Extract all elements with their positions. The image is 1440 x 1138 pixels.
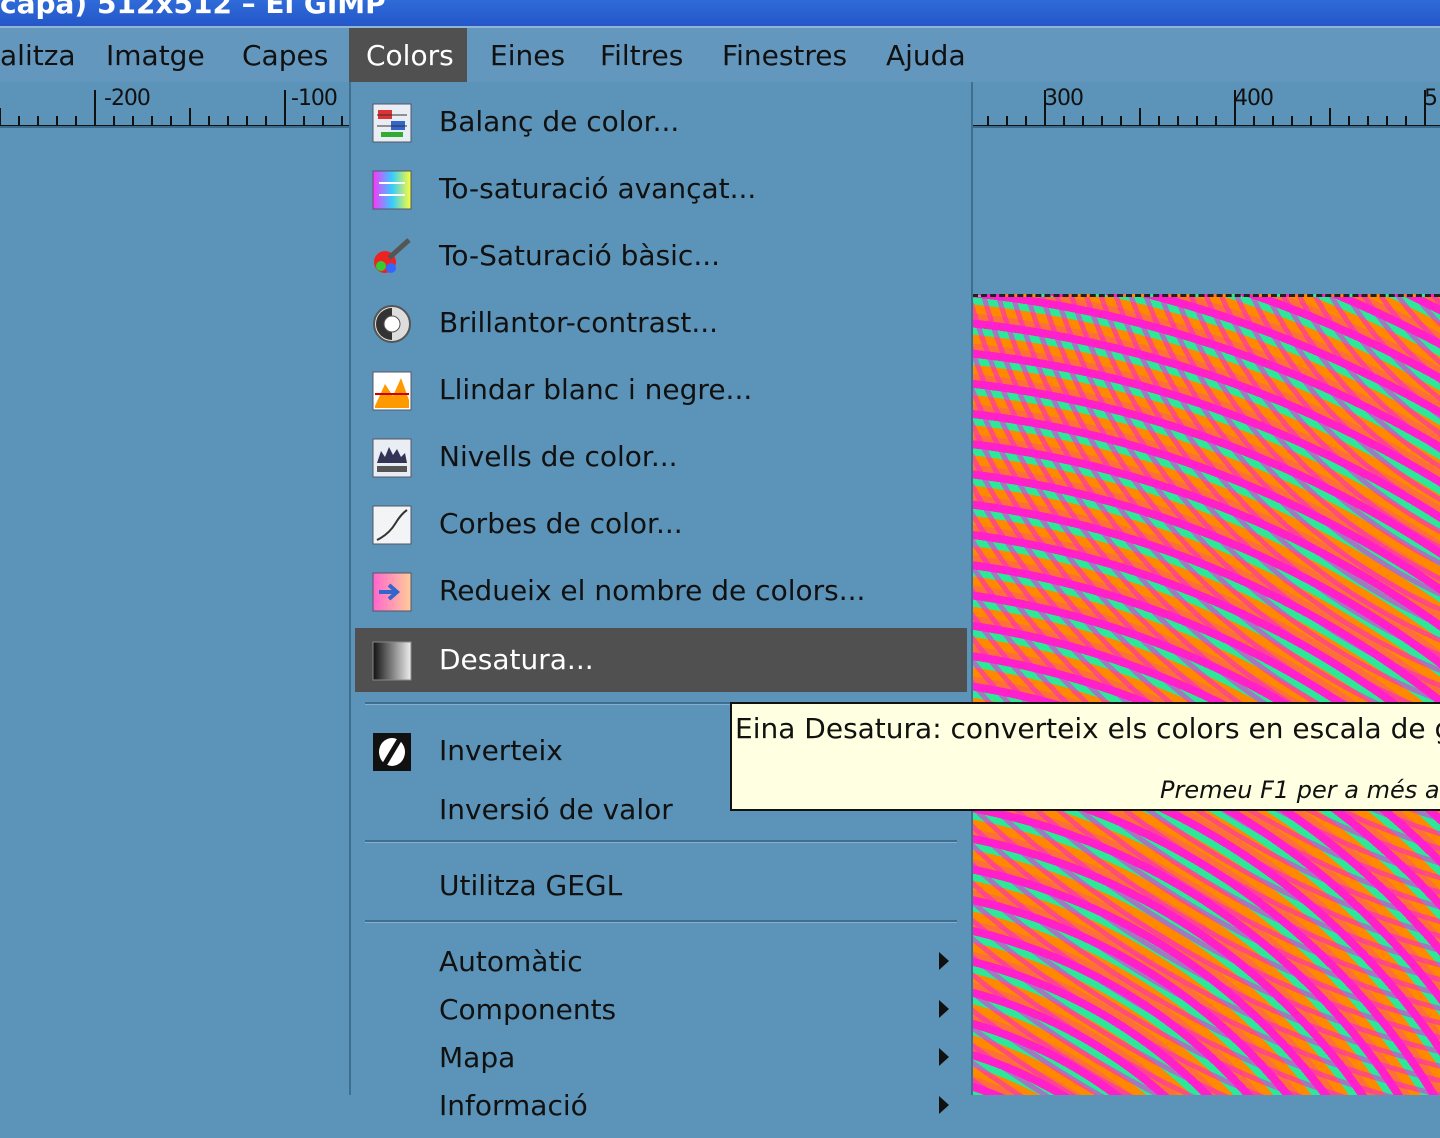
window-title: capa) 512x512 – El GIMP — [0, 0, 386, 20]
desaturate-icon — [372, 641, 412, 681]
menu-item-label: Utilitza GEGL — [439, 869, 623, 902]
tooltip-text: Eina Desatura: converteix els colors en … — [735, 712, 1440, 745]
menu-separator — [365, 840, 957, 843]
submenu-arrow-icon — [939, 1000, 949, 1018]
menu-item-label: Llindar blanc i negre... — [439, 373, 753, 406]
menu-item-label: Inverteix — [439, 734, 563, 767]
menu-imatge[interactable]: Imatge — [106, 28, 205, 82]
menu-item-curves[interactable]: Corbes de color... — [355, 492, 967, 556]
ruler-label: 300 — [1044, 86, 1084, 111]
menu-item-label: Balanç de color... — [439, 105, 680, 138]
menu-item-label: To-Saturació bàsic... — [439, 239, 721, 272]
menu-item-label: Corbes de color... — [439, 507, 683, 540]
menu-capes[interactable]: Capes — [242, 28, 328, 82]
menu-item-color-balance[interactable]: Balanç de color... — [355, 90, 967, 154]
submenu-info[interactable]: Informació — [355, 1074, 967, 1138]
levels-icon — [372, 438, 412, 478]
menu-item-label: Informació — [439, 1089, 588, 1122]
menu-item-desaturate[interactable]: Desatura... — [355, 628, 967, 692]
hue-saturation-icon — [372, 170, 412, 210]
tooltip-help-text: Premeu F1 per a més a — [1160, 776, 1440, 804]
ruler-label: 5 — [1424, 86, 1438, 111]
submenu-arrow-icon — [939, 1048, 949, 1066]
invert-icon — [373, 733, 411, 771]
menu-ajuda[interactable]: Ajuda — [886, 28, 966, 82]
menu-filtres[interactable]: Filtres — [600, 28, 683, 82]
colors-menu: Balanç de color... To-saturació avançat.… — [349, 82, 973, 1122]
colorize-icon — [374, 238, 411, 273]
menu-item-label: Inversió de valor — [439, 793, 673, 826]
menu-item-label: Nivells de color... — [439, 440, 678, 473]
menu-item-brightness-contrast[interactable]: Brillantor-contrast... — [355, 291, 967, 355]
brightness-contrast-icon — [373, 305, 411, 343]
window-title-bar: capa) 512x512 – El GIMP — [0, 0, 1440, 26]
color-balance-icon — [372, 103, 412, 143]
menu-item-levels[interactable]: Nivells de color... — [355, 425, 967, 489]
ruler-label: -100 — [291, 86, 338, 111]
menu-item-label: Redueix el nombre de colors... — [439, 574, 866, 607]
posterize-icon — [372, 572, 412, 612]
ruler-label: -200 — [104, 86, 151, 111]
menu-visualitza[interactable]: alitza — [0, 28, 76, 82]
tooltip: Eina Desatura: converteix els colors en … — [730, 702, 1440, 811]
menu-colors[interactable]: Colors — [349, 28, 467, 82]
menu-item-label: Brillantor-contrast... — [439, 306, 719, 339]
menu-bar: alitza Imatge Capes Colors Eines Filtres… — [0, 26, 1440, 82]
menu-item-threshold[interactable]: Llindar blanc i negre... — [355, 358, 967, 422]
menu-item-label: To-saturació avançat... — [439, 172, 757, 205]
menu-separator — [365, 920, 957, 923]
curves-icon — [372, 505, 412, 545]
menu-finestres[interactable]: Finestres — [722, 28, 847, 82]
ruler-label: 400 — [1234, 86, 1274, 111]
menu-item-colorize[interactable]: To-Saturació bàsic... — [355, 224, 967, 288]
menu-item-hue-saturation[interactable]: To-saturació avançat... — [355, 157, 967, 221]
image-canvas[interactable] — [972, 294, 1440, 1095]
threshold-icon — [372, 371, 412, 411]
menu-eines[interactable]: Eines — [490, 28, 565, 82]
image-pattern — [972, 297, 1440, 1095]
submenu-arrow-icon — [939, 952, 949, 970]
submenu-arrow-icon — [939, 1096, 949, 1114]
menu-item-posterize[interactable]: Redueix el nombre de colors... — [355, 559, 967, 623]
menu-item-label: Desatura... — [439, 643, 594, 676]
menu-item-use-gegl[interactable]: Utilitza GEGL — [355, 854, 967, 918]
